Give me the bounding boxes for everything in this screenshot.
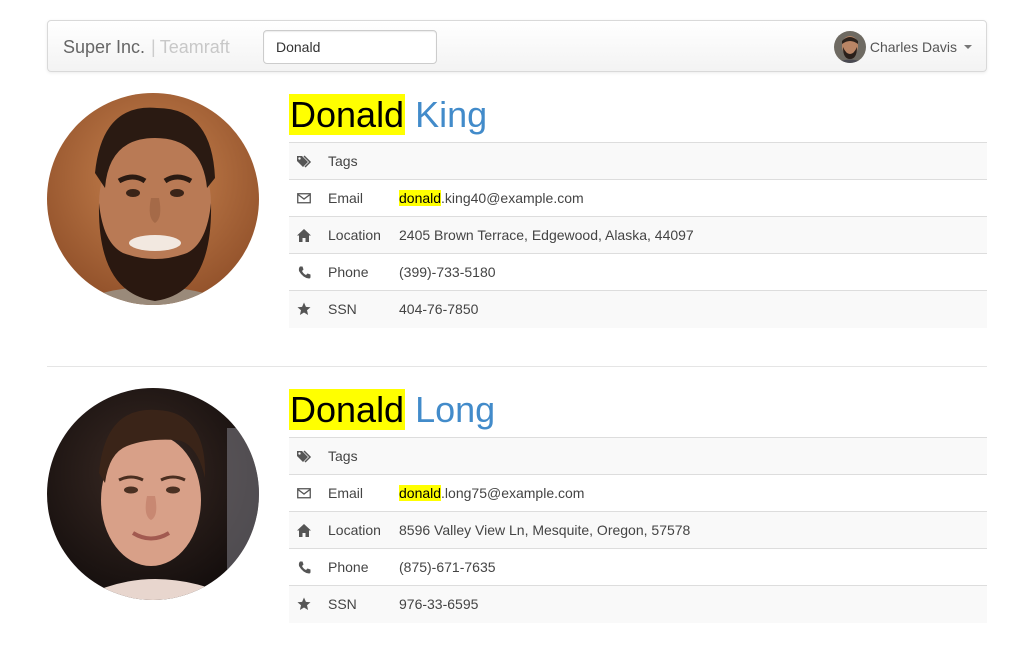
email-label: Email <box>319 474 399 512</box>
divider <box>47 366 987 367</box>
ssn-row: SSN 976-33-6595 <box>289 585 987 623</box>
brand-company[interactable]: Super Inc. <box>63 37 145 57</box>
email-highlight[interactable]: donald <box>399 485 442 501</box>
navbar: Super Inc. |Teamraft Charles Davis <box>47 20 987 72</box>
ssn-value: 976-33-6595 <box>399 585 987 623</box>
email-rest[interactable]: .long75@example.com <box>441 485 584 501</box>
phone-label: Phone <box>319 253 399 291</box>
envelope-icon <box>289 474 319 512</box>
envelope-icon <box>289 179 319 217</box>
email-row: Email donald.long75@example.com <box>289 474 987 512</box>
last-name[interactable]: King <box>415 94 487 135</box>
ssn-label: SSN <box>319 290 399 328</box>
phone-value: (875)-671-7635 <box>399 548 987 586</box>
email-value[interactable]: donald.king40@example.com <box>399 179 987 217</box>
phone-label: Phone <box>319 548 399 586</box>
person-name[interactable]: Donald Long <box>289 389 495 431</box>
email-highlight[interactable]: donald <box>399 190 442 206</box>
ssn-row: SSN 404-76-7850 <box>289 290 987 328</box>
phone-icon <box>289 548 319 586</box>
brand[interactable]: Super Inc. | Teamraft <box>63 36 230 58</box>
email-row: Email donald.king40@example.com <box>289 179 987 217</box>
location-row: Location 8596 Valley View Ln, Mesquite, … <box>289 511 987 549</box>
location-value: 2405 Brown Terrace, Edgewood, Alaska, 44… <box>399 216 987 254</box>
star-icon <box>289 290 319 328</box>
last-name[interactable]: Long <box>415 389 495 430</box>
tags-label: Tags <box>319 437 399 475</box>
tags-value <box>399 437 987 475</box>
ssn-value: 404-76-7850 <box>399 290 987 328</box>
location-value: 8596 Valley View Ln, Mesquite, Oregon, 5… <box>399 511 987 549</box>
profile-photo <box>47 93 259 305</box>
location-label: Location <box>319 216 399 254</box>
tags-icon <box>289 437 319 475</box>
location-label: Location <box>319 511 399 549</box>
user-avatar[interactable] <box>833 31 866 63</box>
person-name[interactable]: Donald King <box>289 94 487 136</box>
details-table: Tags Email donald.long75@example.com Loc… <box>289 437 987 623</box>
email-rest[interactable]: .king40@example.com <box>441 190 584 206</box>
details-table: Tags Email donald.king40@example.com Loc… <box>289 142 987 328</box>
tags-label: Tags <box>319 142 399 180</box>
first-name[interactable]: Donald <box>289 389 406 430</box>
caret-down-icon[interactable] <box>964 45 972 49</box>
location-row: Location 2405 Brown Terrace, Edgewood, A… <box>289 216 987 254</box>
email-label: Email <box>319 179 399 217</box>
tags-icon <box>289 142 319 180</box>
home-icon <box>289 511 319 549</box>
tags-value <box>399 142 987 180</box>
home-icon <box>289 216 319 254</box>
brand-product[interactable]: Teamraft <box>160 37 230 57</box>
star-icon <box>289 585 319 623</box>
brand-separator: | <box>151 37 156 57</box>
profile-photo <box>47 388 259 600</box>
tags-row: Tags <box>289 437 987 475</box>
search-input[interactable] <box>263 30 437 64</box>
user-name[interactable]: Charles Davis <box>870 39 957 55</box>
first-name[interactable]: Donald <box>289 94 406 135</box>
phone-value: (399)-733-5180 <box>399 253 987 291</box>
tags-row: Tags <box>289 142 987 180</box>
email-value[interactable]: donald.long75@example.com <box>399 474 987 512</box>
phone-row: Phone (399)-733-5180 <box>289 253 987 291</box>
phone-row: Phone (875)-671-7635 <box>289 548 987 586</box>
phone-icon <box>289 253 319 291</box>
user-menu[interactable]: Charles Davis <box>833 31 972 63</box>
ssn-label: SSN <box>319 585 399 623</box>
